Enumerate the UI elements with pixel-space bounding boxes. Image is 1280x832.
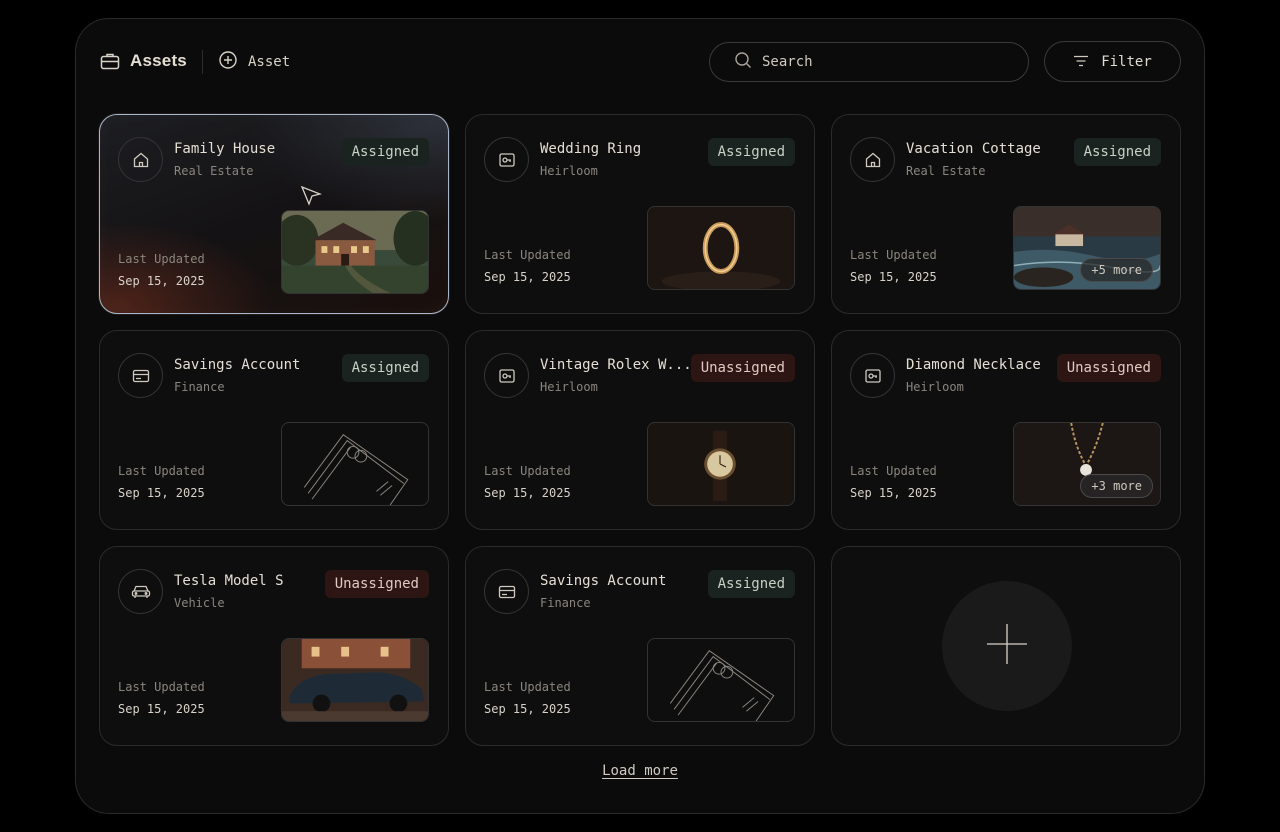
asset-category: Heirloom <box>540 164 598 178</box>
add-asset-card[interactable] <box>831 546 1181 746</box>
house-icon <box>850 137 895 182</box>
heirloom-icon <box>484 353 529 398</box>
asset-category: Heirloom <box>540 380 598 394</box>
search-input[interactable] <box>762 54 1002 70</box>
status-badge: Unassigned <box>1056 354 1161 382</box>
asset-category: Finance <box>540 596 591 610</box>
status-badge: Unassigned <box>690 354 795 382</box>
last-updated-date: Sep 15, 2025 <box>850 486 937 500</box>
asset-name: Family House <box>174 141 276 157</box>
heirloom-icon <box>850 353 895 398</box>
last-updated-date: Sep 15, 2025 <box>484 702 571 716</box>
asset-name: Tesla Model S <box>174 573 284 589</box>
ring-photo <box>647 206 795 290</box>
asset-name: Savings Account <box>540 573 667 589</box>
car-photo <box>281 638 429 722</box>
header-divider <box>202 50 203 74</box>
asset-category: Vehicle <box>174 596 225 610</box>
last-updated-date: Sep 15, 2025 <box>118 486 205 500</box>
add-asset-circle-button[interactable] <box>942 581 1072 711</box>
last-updated-date: Sep 15, 2025 <box>484 486 571 500</box>
last-updated-label: Last Updated <box>118 680 205 694</box>
asset-name: Wedding Ring <box>540 141 642 157</box>
add-asset-button[interactable]: Asset <box>219 50 290 74</box>
asset-card[interactable]: Vintage Rolex W... Heirloom Unassigned L… <box>465 330 815 530</box>
add-asset-label: Asset <box>248 54 291 70</box>
status-badge: Unassigned <box>324 570 429 598</box>
status-badge: Assigned <box>707 138 795 166</box>
card-sketch <box>281 422 429 506</box>
filter-icon <box>1073 52 1089 71</box>
asset-name: Savings Account <box>174 357 301 373</box>
asset-name: Diamond Necklace <box>906 357 1041 373</box>
asset-category: Finance <box>174 380 225 394</box>
last-updated-label: Last Updated <box>484 464 571 478</box>
house-icon <box>118 137 163 182</box>
cottage-photo: +5 more <box>1013 206 1161 290</box>
last-updated-label: Last Updated <box>484 680 571 694</box>
more-photos-badge[interactable]: +3 more <box>1080 474 1153 498</box>
watch-photo <box>647 422 795 506</box>
search-box[interactable] <box>709 42 1029 82</box>
status-badge: Assigned <box>707 570 795 598</box>
necklace-photo: +3 more <box>1013 422 1161 506</box>
asset-name: Vacation Cottage <box>906 141 1041 157</box>
load-more-link[interactable]: Load more <box>600 763 680 779</box>
last-updated-label: Last Updated <box>484 248 571 262</box>
last-updated-label: Last Updated <box>118 464 205 478</box>
status-badge: Assigned <box>341 354 429 382</box>
last-updated-label: Last Updated <box>850 248 937 262</box>
card-icon <box>484 569 529 614</box>
plus-icon <box>986 623 1028 669</box>
last-updated-date: Sep 15, 2025 <box>118 702 205 716</box>
last-updated-label: Last Updated <box>850 464 937 478</box>
heirloom-icon <box>484 137 529 182</box>
plus-circle-icon <box>219 51 237 73</box>
page-title-text: Assets <box>130 51 187 70</box>
asset-card[interactable]: Savings Account Finance Assigned Last Up… <box>99 330 449 530</box>
asset-card[interactable]: Vacation Cottage Real Estate Assigned La… <box>831 114 1181 314</box>
search-icon <box>734 51 752 73</box>
asset-card[interactable]: Tesla Model S Vehicle Unassigned Last Up… <box>99 546 449 746</box>
filter-label: Filter <box>1101 53 1152 70</box>
status-badge: Assigned <box>1073 138 1161 166</box>
last-updated-label: Last Updated <box>118 252 205 266</box>
more-photos-badge[interactable]: +5 more <box>1080 258 1153 282</box>
asset-card[interactable]: Wedding Ring Heirloom Assigned Last Upda… <box>465 114 815 314</box>
status-badge: Assigned <box>341 138 429 166</box>
asset-category: Real Estate <box>174 164 254 178</box>
car-icon <box>118 569 163 614</box>
mouse-pointer-icon <box>300 185 323 211</box>
card-sketch <box>647 638 795 722</box>
asset-card[interactable]: Diamond Necklace Heirloom Unassigned Las… <box>831 330 1181 530</box>
asset-category: Real Estate <box>906 164 986 178</box>
last-updated-date: Sep 15, 2025 <box>118 274 205 288</box>
asset-name: Vintage Rolex W... <box>540 357 692 373</box>
asset-card[interactable]: Family House Real Estate Assigned Last U… <box>99 114 449 314</box>
last-updated-date: Sep 15, 2025 <box>484 270 571 284</box>
asset-category: Heirloom <box>906 380 964 394</box>
asset-card[interactable]: Savings Account Finance Assigned Last Up… <box>465 546 815 746</box>
page-title: Assets <box>100 48 187 74</box>
briefcase-icon <box>100 52 120 70</box>
card-icon <box>118 353 163 398</box>
last-updated-date: Sep 15, 2025 <box>850 270 937 284</box>
filter-button[interactable]: Filter <box>1044 41 1181 82</box>
house-photo <box>281 210 429 294</box>
